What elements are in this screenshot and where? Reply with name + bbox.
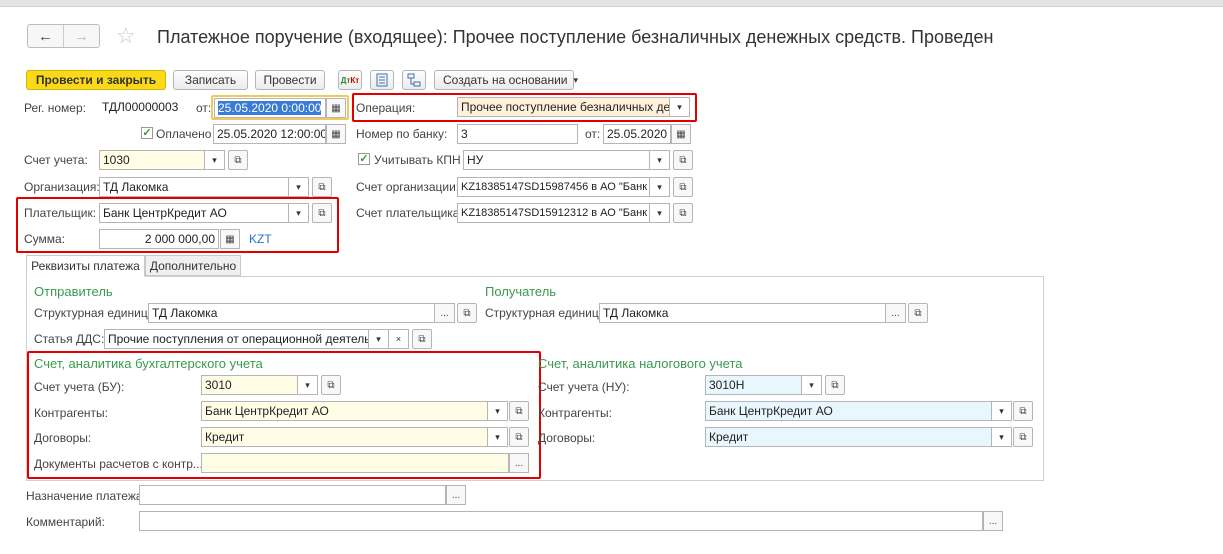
open-icon[interactable]: ⧉: [908, 303, 928, 323]
organization-dropdown-icon[interactable]: ▾: [289, 177, 309, 197]
favorite-star-icon[interactable]: ☆: [116, 25, 136, 47]
nu-contracts-field[interactable]: Кредит: [705, 427, 992, 447]
nu-contracts-label: Договоры:: [538, 431, 596, 445]
account-dropdown-icon[interactable]: ▾: [205, 150, 225, 170]
nu-contractors-field[interactable]: Банк ЦентрКредит АО: [705, 401, 992, 421]
ellipsis-button[interactable]: ...: [434, 303, 455, 323]
account-field[interactable]: 1030: [99, 150, 205, 170]
kpn-checkbox[interactable]: ✓: [358, 153, 370, 165]
bank-number-field[interactable]: 3: [457, 124, 578, 144]
post-and-close-button[interactable]: Провести и закрыть: [26, 70, 166, 90]
sender-unit-field[interactable]: ТД Лакомка: [148, 303, 435, 323]
tab-payment-details[interactable]: Реквизиты платежа: [26, 255, 145, 277]
paid-label: Оплачено: [156, 127, 212, 141]
list-icon: [376, 73, 388, 87]
receiver-heading: Получатель: [485, 284, 557, 299]
date-from-label: от:: [196, 101, 212, 115]
bank-date-field[interactable]: 25.05.2020: [603, 124, 671, 144]
chevron-down-icon: ▾: [573, 74, 579, 85]
purpose-label: Назначение платежа:: [26, 489, 146, 503]
list-report-icon[interactable]: [370, 70, 394, 90]
clear-icon[interactable]: ×: [389, 329, 409, 349]
arrow-left-icon: ←: [38, 27, 53, 45]
nu-account-dropdown-icon[interactable]: ▾: [802, 375, 822, 395]
kpn-dropdown-icon[interactable]: ▾: [650, 150, 670, 170]
receiver-unit-label: Структурная единица:: [485, 306, 609, 320]
open-icon[interactable]: ⧉: [1013, 401, 1033, 421]
arrow-right-icon: →: [74, 27, 89, 45]
open-icon[interactable]: ⧉: [673, 203, 693, 223]
payer-account-label: Счет плательщика:: [356, 206, 463, 220]
calendar-icon[interactable]: ▦: [326, 124, 346, 144]
back-button[interactable]: ←: [28, 25, 63, 47]
create-based-on-button[interactable]: Создать на основании ▾: [434, 70, 578, 90]
open-icon[interactable]: ⧉: [457, 303, 477, 323]
bank-date-from-label: от:: [585, 127, 601, 141]
org-account-field[interactable]: KZ18385147SD15987456 в АО "Банк: [457, 177, 650, 197]
open-icon[interactable]: ⧉: [673, 177, 693, 197]
highlight-operation: [352, 93, 697, 122]
calendar-icon[interactable]: ▦: [326, 98, 346, 118]
comment-field[interactable]: [139, 511, 983, 531]
sender-heading: Отправитель: [34, 284, 113, 299]
comment-label: Комментарий:: [26, 515, 105, 529]
open-icon[interactable]: ⧉: [228, 150, 248, 170]
forward-button[interactable]: →: [64, 25, 99, 47]
sender-unit-label: Структурная единица:: [34, 306, 158, 320]
top-border: [0, 0, 1223, 7]
kpn-field[interactable]: НУ: [463, 150, 650, 170]
post-button[interactable]: Провести: [255, 70, 325, 90]
reg-number-field[interactable]: ТДЛ00000003: [99, 98, 187, 118]
window-title: Платежное поручение (входящее): Прочее п…: [157, 27, 994, 47]
purpose-field[interactable]: [139, 485, 446, 505]
reg-number-label: Рег. номер:: [24, 101, 86, 115]
organization-label: Организация:: [24, 180, 100, 194]
nu-account-label: Счет учета (НУ):: [538, 380, 630, 394]
open-icon[interactable]: ⧉: [412, 329, 432, 349]
payer-account-field[interactable]: KZ18385147SD15912312 в АО "Банк: [457, 203, 650, 223]
open-icon[interactable]: ⧉: [312, 177, 332, 197]
dds-dropdown-icon[interactable]: ▾: [369, 329, 389, 349]
nu-account-field[interactable]: 3010Н: [705, 375, 802, 395]
highlight-bu: [27, 351, 541, 479]
account-label: Счет учета:: [24, 153, 88, 167]
nu-contractors-label: Контрагенты:: [538, 406, 613, 420]
structure-icon[interactable]: [402, 70, 426, 90]
nu-contractors-dropdown-icon[interactable]: ▾: [992, 401, 1012, 421]
highlight-payer-sum: [16, 197, 339, 253]
org-account-label: Счет организации:: [356, 180, 460, 194]
open-icon[interactable]: ⧉: [1013, 427, 1033, 447]
ellipsis-button[interactable]: ...: [885, 303, 906, 323]
kpn-label: Учитывать КПН: [374, 153, 461, 167]
ellipsis-button[interactable]: ...: [983, 511, 1003, 531]
calendar-icon[interactable]: ▦: [671, 124, 691, 144]
tab-additional[interactable]: Дополнительно: [145, 255, 241, 276]
nu-heading: Счет, аналитика налогового учета: [538, 356, 743, 371]
payer-account-dropdown-icon[interactable]: ▾: [650, 203, 670, 223]
doc-date-field[interactable]: 25.05.2020 0:00:00: [214, 98, 326, 118]
nav-buttons: ← →: [27, 24, 100, 48]
ellipsis-button[interactable]: ...: [446, 485, 466, 505]
organization-field[interactable]: ТД Лакомка: [99, 177, 289, 197]
org-account-dropdown-icon[interactable]: ▾: [650, 177, 670, 197]
paid-checkbox[interactable]: ✓: [141, 127, 153, 139]
write-button[interactable]: Записать: [173, 70, 248, 90]
hierarchy-icon: [407, 73, 421, 87]
dt-kt-icon[interactable]: Дт Кт: [338, 70, 362, 90]
dds-field[interactable]: Прочие поступления от операционной деяте…: [104, 329, 369, 349]
paid-date-field[interactable]: 25.05.2020 12:00:00: [213, 124, 326, 144]
receiver-unit-field[interactable]: ТД Лакомка: [599, 303, 886, 323]
open-icon[interactable]: ⧉: [673, 150, 693, 170]
bank-number-label: Номер по банку:: [356, 127, 448, 141]
dds-label: Статья ДДС:: [34, 332, 105, 346]
open-icon[interactable]: ⧉: [825, 375, 845, 395]
nu-contracts-dropdown-icon[interactable]: ▾: [992, 427, 1012, 447]
